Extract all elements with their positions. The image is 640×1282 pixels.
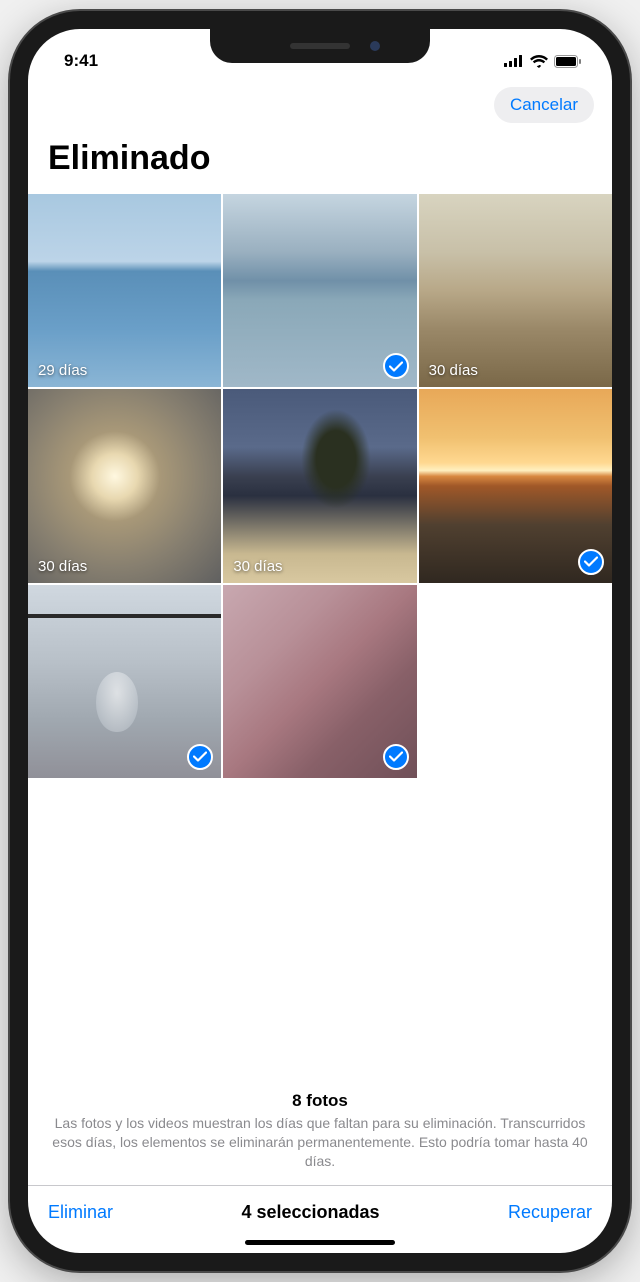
selected-check-icon bbox=[383, 744, 409, 770]
photo-image bbox=[28, 389, 221, 582]
status-time: 9:41 bbox=[64, 51, 98, 71]
notch bbox=[210, 29, 430, 63]
status-right bbox=[504, 55, 582, 68]
deletion-description: Las fotos y los videos muestran los días… bbox=[48, 1114, 592, 1171]
recover-button[interactable]: Recuperar bbox=[508, 1202, 592, 1223]
screen: 9:41 Cancelar Eliminado 29 días 30 días 30… bbox=[28, 29, 612, 1253]
photo-image bbox=[419, 194, 612, 387]
photo-thumbnail[interactable] bbox=[223, 194, 416, 387]
wifi-icon bbox=[530, 55, 548, 68]
front-camera bbox=[370, 41, 380, 51]
phone-frame: 9:41 Cancelar Eliminado 29 días 30 días 30… bbox=[10, 11, 630, 1271]
days-remaining-label: 29 días bbox=[38, 362, 87, 379]
photo-thumbnail[interactable]: 30 días bbox=[419, 194, 612, 387]
footer-info: 8 fotos Las fotos y los videos muestran … bbox=[28, 1091, 612, 1185]
home-indicator[interactable] bbox=[245, 1240, 395, 1245]
photo-count: 8 fotos bbox=[48, 1091, 592, 1111]
selected-check-icon bbox=[578, 549, 604, 575]
selected-check-icon bbox=[383, 353, 409, 379]
days-remaining-label: 30 días bbox=[38, 558, 87, 575]
spacer bbox=[28, 778, 612, 1091]
days-remaining-label: 30 días bbox=[233, 558, 282, 575]
photo-image bbox=[28, 194, 221, 387]
nav-bar: Cancelar bbox=[28, 79, 612, 133]
days-remaining-label: 30 días bbox=[429, 362, 478, 379]
battery-icon bbox=[554, 55, 582, 68]
speaker bbox=[290, 43, 350, 49]
cancel-button[interactable]: Cancelar bbox=[494, 87, 594, 123]
selection-count: 4 seleccionadas bbox=[241, 1202, 379, 1223]
photo-thumbnail[interactable]: 30 días bbox=[28, 389, 221, 582]
photo-thumbnail[interactable] bbox=[419, 389, 612, 582]
photo-thumbnail[interactable] bbox=[28, 585, 221, 778]
delete-button[interactable]: Eliminar bbox=[48, 1202, 113, 1223]
photo-thumbnail[interactable]: 29 días bbox=[28, 194, 221, 387]
photo-grid: 29 días 30 días 30 días 30 días bbox=[28, 194, 612, 778]
cellular-signal-icon bbox=[504, 55, 524, 67]
photo-thumbnail[interactable] bbox=[223, 585, 416, 778]
photo-image bbox=[223, 389, 416, 582]
page-title: Eliminado bbox=[28, 133, 612, 194]
photo-thumbnail[interactable]: 30 días bbox=[223, 389, 416, 582]
